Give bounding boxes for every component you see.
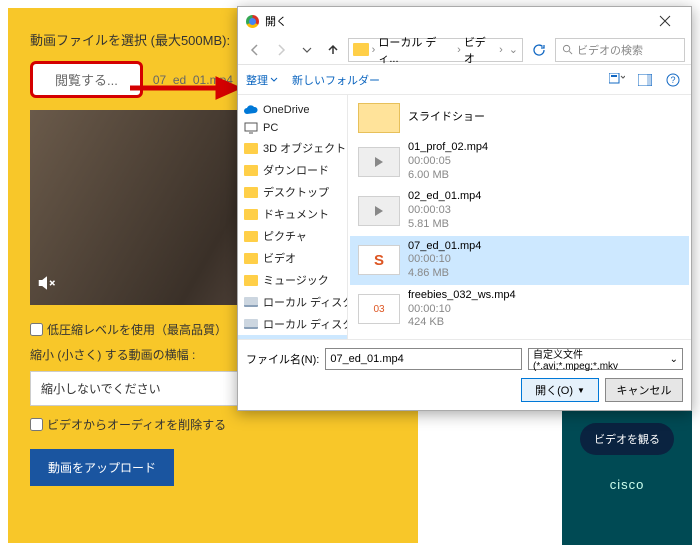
drive-icon	[244, 318, 258, 330]
file-size: 6.00 MB	[408, 169, 488, 183]
upload-button[interactable]: 動画をアップロード	[30, 449, 174, 486]
option-strip-audio[interactable]: ビデオからオーディオを削除する	[30, 416, 396, 433]
chevron-right-icon: ›	[457, 44, 461, 56]
tree-item[interactable]: ミュージック	[238, 269, 347, 291]
desktop-icon	[244, 186, 258, 198]
dialog-footer: ファイル名(N): 自定义文件 (*.avi;*.mpeg;*.mkv ⌄ 開く…	[238, 339, 691, 410]
chevron-right-icon: ›	[499, 44, 503, 56]
split-chevron-icon: ▼	[577, 386, 585, 395]
document-icon	[244, 208, 258, 220]
video-icon	[244, 252, 258, 264]
tree-item[interactable]: ドキュメント	[238, 203, 347, 225]
file-item[interactable]: S 07_ed_01.mp400:00:104.86 MB	[350, 236, 689, 285]
picture-icon	[244, 230, 258, 242]
filename-label: ファイル名(N):	[246, 351, 319, 367]
tree-item[interactable]: ピクチャ	[238, 225, 347, 247]
pc-icon	[244, 122, 258, 134]
red-arrow-annotation	[130, 76, 240, 100]
file-name: 07_ed_01.mp4	[408, 240, 481, 254]
tree-item[interactable]: ローカル ディスク (	[238, 313, 347, 335]
view-options-button[interactable]	[607, 70, 627, 90]
low-compression-checkbox[interactable]	[30, 323, 43, 336]
video-thumbnail: 03	[358, 294, 400, 324]
file-duration: 00:00:05	[408, 155, 488, 169]
nav-recent-button[interactable]	[296, 39, 318, 61]
cancel-button[interactable]: キャンセル	[605, 378, 683, 402]
svg-text:?: ?	[670, 75, 675, 85]
file-item[interactable]: 03 freebies_032_ws.mp400:00:10424 KB	[350, 285, 689, 334]
preview-pane-button[interactable]	[635, 70, 655, 90]
download-icon	[244, 164, 258, 176]
crumb-1[interactable]: ローカル ディ...	[378, 34, 454, 66]
refresh-button[interactable]	[527, 38, 551, 62]
folder-tree[interactable]: OneDrivePC3D オブジェクトダウンロードデスクトップドキュメントピクチ…	[238, 95, 348, 339]
file-size: 5.81 MB	[408, 218, 481, 232]
file-open-dialog: 開く › ローカル ディ... › ビデオ › ⌄ ビデオの検索 整理 新し	[237, 6, 692, 411]
tree-item[interactable]: ビデオ	[238, 247, 347, 269]
search-icon	[562, 44, 573, 55]
file-item[interactable]: スライドショー	[350, 99, 689, 137]
file-duration: 00:00:03	[408, 204, 481, 218]
file-size: 4.86 MB	[408, 267, 481, 281]
chevron-down-icon	[270, 76, 278, 84]
file-name: freebies_032_ws.mp4	[408, 289, 516, 303]
nav-forward-button[interactable]	[270, 39, 292, 61]
dialog-navbar: › ローカル ディ... › ビデオ › ⌄ ビデオの検索	[238, 35, 691, 65]
file-name: 02_ed_01.mp4	[408, 190, 481, 204]
folder-icon	[353, 43, 369, 56]
file-name: スライドショー	[408, 111, 485, 125]
dialog-toolbar: 整理 新しいフォルダー ?	[238, 65, 691, 95]
close-button[interactable]	[643, 7, 687, 35]
folder-icon	[358, 103, 400, 133]
drive-icon	[244, 296, 258, 308]
tree-item[interactable]: OneDrive	[238, 101, 347, 119]
file-duration: 00:00:10	[408, 253, 481, 267]
filename-input[interactable]	[325, 348, 522, 370]
tree-item[interactable]: ダウンロード	[238, 159, 347, 181]
tree-item[interactable]: ローカル ディスク (	[238, 291, 347, 313]
ad-brand-logo: cisco	[610, 477, 645, 492]
chevron-right-icon: ›	[372, 44, 376, 56]
file-size: 424 KB	[408, 316, 516, 330]
video-thumbnail	[358, 147, 400, 177]
open-button[interactable]: 開く(O) ▼	[521, 378, 599, 402]
ad-cta-button[interactable]: ビデオを観る	[580, 423, 674, 455]
dialog-body: OneDrivePC3D オブジェクトダウンロードデスクトップドキュメントピクチ…	[238, 95, 691, 339]
breadcrumb[interactable]: › ローカル ディ... › ビデオ › ⌄	[348, 38, 523, 62]
nav-back-button[interactable]	[244, 39, 266, 61]
file-item[interactable]: 02_ed_01.mp400:00:035.81 MB	[350, 186, 689, 235]
file-list[interactable]: スライドショー01_prof_02.mp400:00:056.00 MB02_e…	[348, 95, 691, 339]
file-name: 01_prof_02.mp4	[408, 141, 488, 155]
file-filter-select[interactable]: 自定义文件 (*.avi;*.mpeg;*.mkv ⌄	[528, 348, 683, 370]
browse-button[interactable]: 閲覧する...	[30, 61, 143, 98]
chevron-down-icon: ⌄	[670, 354, 678, 365]
video-thumbnail	[358, 196, 400, 226]
strip-audio-checkbox[interactable]	[30, 418, 43, 431]
file-duration: 00:00:10	[408, 303, 516, 317]
chrome-icon	[246, 15, 259, 28]
music-icon	[244, 274, 258, 286]
toolbar-organize[interactable]: 整理	[246, 72, 278, 88]
crumb-2[interactable]: ビデオ	[464, 34, 496, 66]
chevron-down-icon[interactable]: ⌄	[509, 43, 518, 56]
tree-item[interactable]: デスクトップ	[238, 181, 347, 203]
video-thumbnail: S	[358, 245, 400, 275]
nav-up-button[interactable]	[322, 39, 344, 61]
tree-item[interactable]: PC	[238, 119, 347, 137]
dialog-titlebar: 開く	[238, 7, 691, 35]
tree-item[interactable]: 3D オブジェクト	[238, 137, 347, 159]
file-item[interactable]: 01_prof_02.mp400:00:056.00 MB	[350, 137, 689, 186]
dialog-title: 開く	[265, 13, 287, 29]
toolbar-new-folder[interactable]: 新しいフォルダー	[292, 72, 380, 88]
3d-icon	[244, 142, 258, 154]
mute-icon[interactable]	[38, 274, 56, 297]
onedrive-icon	[244, 104, 258, 116]
search-input[interactable]: ビデオの検索	[555, 38, 685, 62]
help-button[interactable]: ?	[663, 70, 683, 90]
